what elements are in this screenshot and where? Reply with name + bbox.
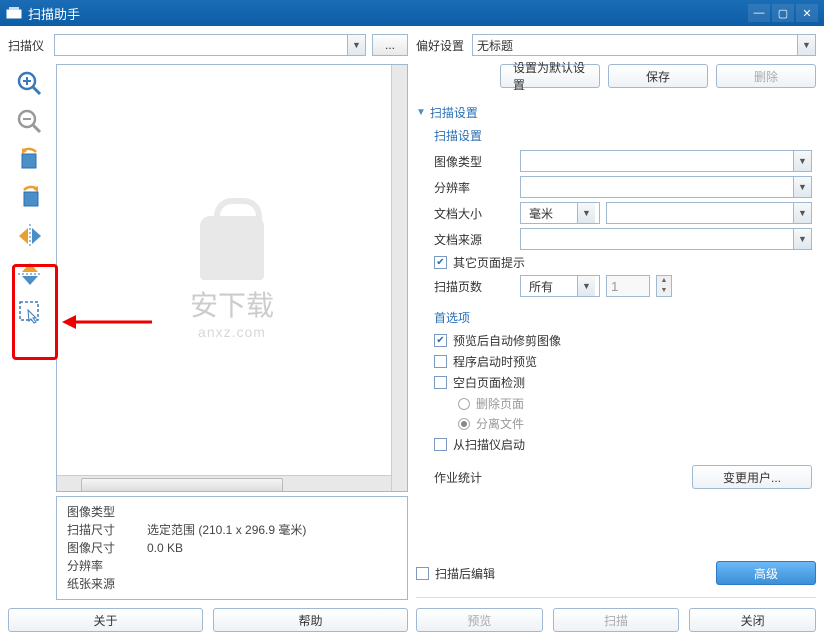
preview-button[interactable]: 预览 [416, 608, 543, 632]
app-icon [6, 6, 22, 20]
about-button[interactable]: 关于 [8, 608, 203, 632]
scanner-select[interactable]: ▼ [54, 34, 366, 56]
edit-after-scan-label: 扫描后编辑 [435, 565, 495, 582]
close-dialog-button[interactable]: 关闭 [689, 608, 816, 632]
scanner-label: 扫描仪 [8, 37, 48, 54]
pref-select[interactable]: 无标题 ▼ [472, 34, 816, 56]
watermark: 安下载 anxz.com [190, 216, 274, 340]
blank-delete-label: 删除页面 [476, 395, 524, 412]
options-header[interactable]: 首选项 [434, 309, 812, 326]
preview-start-checkbox[interactable] [434, 355, 447, 368]
scan-pages-select[interactable]: 所有▼ [520, 275, 600, 297]
scan-settings-subheader[interactable]: 扫描设置 [434, 127, 812, 144]
info-resolution-label: 分辨率 [67, 557, 147, 575]
docsize-unit-select[interactable]: 毫米▼ [520, 202, 600, 224]
flip-horizontal-button[interactable] [14, 220, 46, 252]
autocrop-checkbox[interactable] [434, 334, 447, 347]
info-imgsize-value: 0.0 KB [147, 539, 397, 557]
save-pref-button[interactable]: 保存 [608, 64, 708, 88]
window-title: 扫描助手 [28, 4, 748, 23]
blank-delete-radio[interactable] [458, 398, 470, 410]
docsource-select[interactable]: ▼ [520, 228, 812, 250]
chevron-down-icon: ▼ [797, 35, 815, 55]
preview-start-label: 程序启动时预览 [453, 353, 537, 370]
zoom-in-button[interactable] [14, 68, 46, 100]
docsize-label: 文档大小 [434, 205, 514, 222]
info-imgsize-label: 图像尺寸 [67, 539, 147, 557]
info-panel: 图像类型 扫描尺寸选定范围 (210.1 x 296.9 毫米) 图像尺寸0.0… [56, 496, 408, 600]
start-scanner-checkbox[interactable] [434, 438, 447, 451]
docsource-label: 文档来源 [434, 231, 514, 248]
scrollbar-horizontal[interactable] [57, 475, 391, 491]
blank-detect-label: 空白页面检测 [453, 374, 525, 391]
edit-after-scan-checkbox[interactable] [416, 567, 429, 580]
rotate-left-button[interactable] [14, 144, 46, 176]
annotation-arrow [62, 312, 152, 332]
close-button[interactable]: ✕ [796, 4, 818, 22]
scan-pages-label: 扫描页数 [434, 278, 514, 295]
triangle-down-icon: ▼ [416, 107, 426, 118]
blank-split-label: 分离文件 [476, 415, 524, 432]
autocrop-label: 预览后自动修剪图像 [453, 332, 561, 349]
lock-icon [200, 216, 264, 280]
scrollbar-vertical[interactable] [391, 65, 407, 491]
help-button[interactable]: 帮助 [213, 608, 408, 632]
scan-button[interactable]: 扫描 [553, 608, 680, 632]
titlebar: 扫描助手 — ▢ ✕ [0, 0, 824, 26]
vertical-toolbar [8, 64, 52, 600]
info-type-label: 图像类型 [67, 503, 147, 521]
image-type-select[interactable]: ▼ [520, 150, 812, 172]
info-scansize-value: 选定范围 (210.1 x 296.9 毫米) [147, 521, 397, 539]
chevron-down-icon: ▼ [347, 35, 365, 55]
set-default-button[interactable]: 设置为默认设置 [500, 64, 600, 88]
info-source-label: 纸张来源 [67, 575, 147, 593]
delete-pref-button[interactable]: 删除 [716, 64, 816, 88]
scan-settings-header[interactable]: ▼ 扫描设置 [416, 104, 812, 121]
resolution-select[interactable]: ▼ [520, 176, 812, 198]
change-user-button[interactable]: 变更用户... [692, 465, 812, 489]
minimize-button[interactable]: — [748, 4, 770, 22]
zoom-out-button[interactable] [14, 106, 46, 138]
scan-pages-number[interactable] [606, 275, 650, 297]
scanner-browse-button[interactable]: ... [372, 34, 408, 56]
blank-detect-checkbox[interactable] [434, 376, 447, 389]
other-pages-label: 其它页面提示 [453, 254, 525, 271]
docsize-select[interactable]: ▼ [606, 202, 812, 224]
advanced-button[interactable]: 高级 [716, 561, 816, 585]
info-scansize-label: 扫描尺寸 [67, 521, 147, 539]
preview-area[interactable]: 安下载 anxz.com [56, 64, 408, 492]
image-type-label: 图像类型 [434, 153, 514, 170]
blank-split-radio[interactable] [458, 418, 470, 430]
annotation-highlight [12, 264, 58, 360]
other-pages-checkbox[interactable] [434, 256, 447, 269]
resolution-label: 分辨率 [434, 179, 514, 196]
stats-label: 作业统计 [434, 469, 482, 486]
rotate-right-button[interactable] [14, 182, 46, 214]
pref-label: 偏好设置 [416, 37, 466, 54]
scan-pages-spinner[interactable]: ▲▼ [656, 275, 672, 297]
start-scanner-label: 从扫描仪启动 [453, 436, 525, 453]
maximize-button[interactable]: ▢ [772, 4, 794, 22]
